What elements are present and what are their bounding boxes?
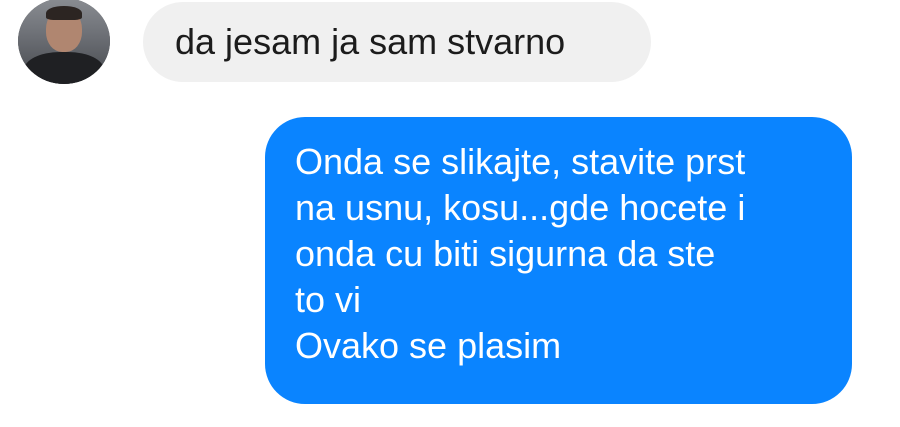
outgoing-message-line: na usnu, kosu...gde hocete i [295, 187, 746, 228]
chat-thread: da jesam ja sam stvarno Onda se slikajte… [0, 0, 900, 427]
outgoing-message-line: Ovako se plasim [295, 325, 562, 366]
incoming-message-text: da jesam ja sam stvarno [175, 21, 566, 62]
outgoing-message-line: Onda se slikajte, stavite prst [295, 141, 746, 182]
outgoing-message-bubble[interactable]: Onda se slikajte, stavite prst na usnu, … [265, 117, 852, 404]
incoming-message-bubble[interactable]: da jesam ja sam stvarno [143, 2, 651, 82]
outgoing-message-line: to vi [295, 279, 362, 320]
avatar-hair [46, 6, 82, 20]
avatar-shoulders [24, 52, 104, 84]
sender-avatar[interactable] [18, 0, 110, 84]
outgoing-message-line: onda cu biti sigurna da ste [295, 233, 716, 274]
